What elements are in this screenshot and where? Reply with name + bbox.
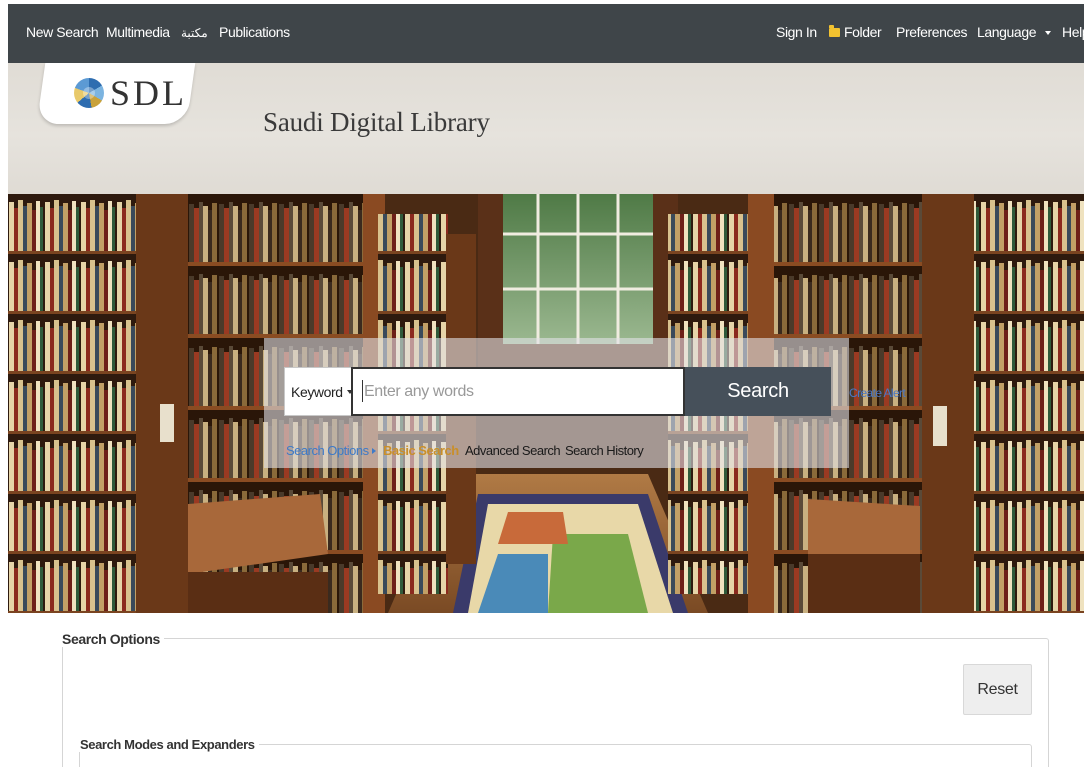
logo-text: SDL [110,73,188,113]
nav-help[interactable]: Help [1062,24,1084,40]
nav-folder[interactable]: Folder [829,24,882,40]
search-input[interactable] [351,367,685,416]
search-button[interactable]: Search [685,367,831,416]
search-field-select-label: Keyword [291,383,343,400]
sdl-logo[interactable]: SDL [74,73,187,113]
nav-language[interactable]: Language [977,24,1052,40]
sdl-logo-mark-icon [74,78,104,108]
text-cursor [362,380,363,402]
top-navigation-bar: New Search Multimedia مكتبة Publications… [8,4,1084,63]
reset-button[interactable]: Reset [963,664,1032,715]
search-modes-legend: Search Modes and Expanders [76,737,259,752]
search-options-link-label: Search Options [286,443,369,458]
search-field-select[interactable]: Keyword [284,367,353,416]
search-options-legend: Search Options [58,631,164,647]
create-alert-link[interactable]: Create Alert [849,386,906,400]
nav-folder-label: Folder [844,24,882,40]
nav-language-label: Language [977,24,1037,40]
basic-search-link[interactable]: Basic Search [383,443,459,458]
nav-publications[interactable]: Publications [219,24,290,40]
nav-arabic-library[interactable]: مكتبة [181,26,208,40]
advanced-search-link[interactable]: Advanced Search [465,443,561,458]
triangle-right-icon [371,448,376,454]
search-options-link[interactable]: Search Options [286,443,376,458]
site-title: Saudi Digital Library [263,107,490,137]
nav-multimedia[interactable]: Multimedia [106,24,170,40]
search-history-link[interactable]: Search History [565,443,644,458]
nav-new-search[interactable]: New Search [26,24,99,40]
nav-sign-in[interactable]: Sign In [776,24,817,40]
site-header: SDL Saudi Digital Library [8,63,1084,194]
chevron-down-icon [1045,31,1052,35]
nav-preferences[interactable]: Preferences [896,24,967,40]
folder-icon [829,25,840,37]
